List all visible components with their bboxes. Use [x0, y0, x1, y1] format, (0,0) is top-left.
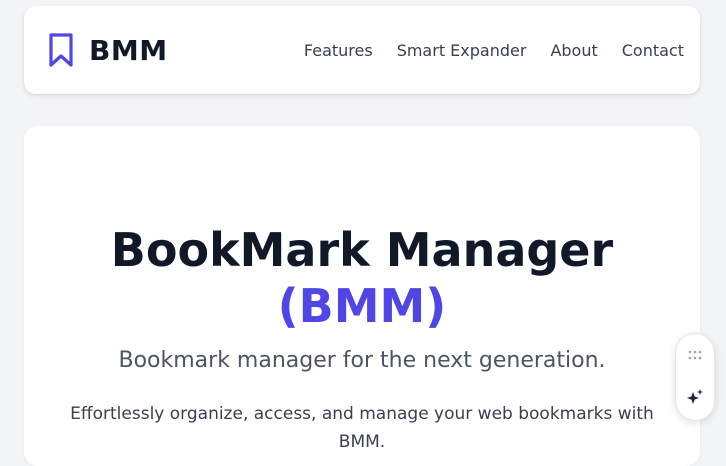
nav-link-contact[interactable]: Contact — [622, 41, 684, 60]
nav-link-features[interactable]: Features — [304, 41, 373, 60]
navbar: BMM Features Smart Expander About Contac… — [24, 6, 700, 94]
hero-title: BookMark Manager — [110, 223, 614, 277]
hero-title-accent: (BMM) — [277, 279, 447, 333]
hero-description: Effortlessly organize, access, and manag… — [70, 404, 654, 452]
nav-menu: Features Smart Expander About Contact — [304, 6, 684, 94]
sparkle-icon[interactable] — [682, 384, 708, 410]
brand-logo[interactable]: BMM — [46, 6, 168, 94]
bookmark-icon — [46, 32, 76, 68]
nav-link-about[interactable]: About — [550, 41, 597, 60]
brand-name: BMM — [89, 33, 168, 67]
floating-assistant-widget — [675, 333, 715, 421]
hero-tagline: Bookmark manager for the next generation… — [118, 348, 606, 373]
nav-link-smart-expander[interactable]: Smart Expander — [397, 41, 527, 60]
hero-section: BookMark Manager (BMM) Bookmark manager … — [24, 126, 700, 466]
drag-dots-icon[interactable] — [684, 344, 706, 366]
